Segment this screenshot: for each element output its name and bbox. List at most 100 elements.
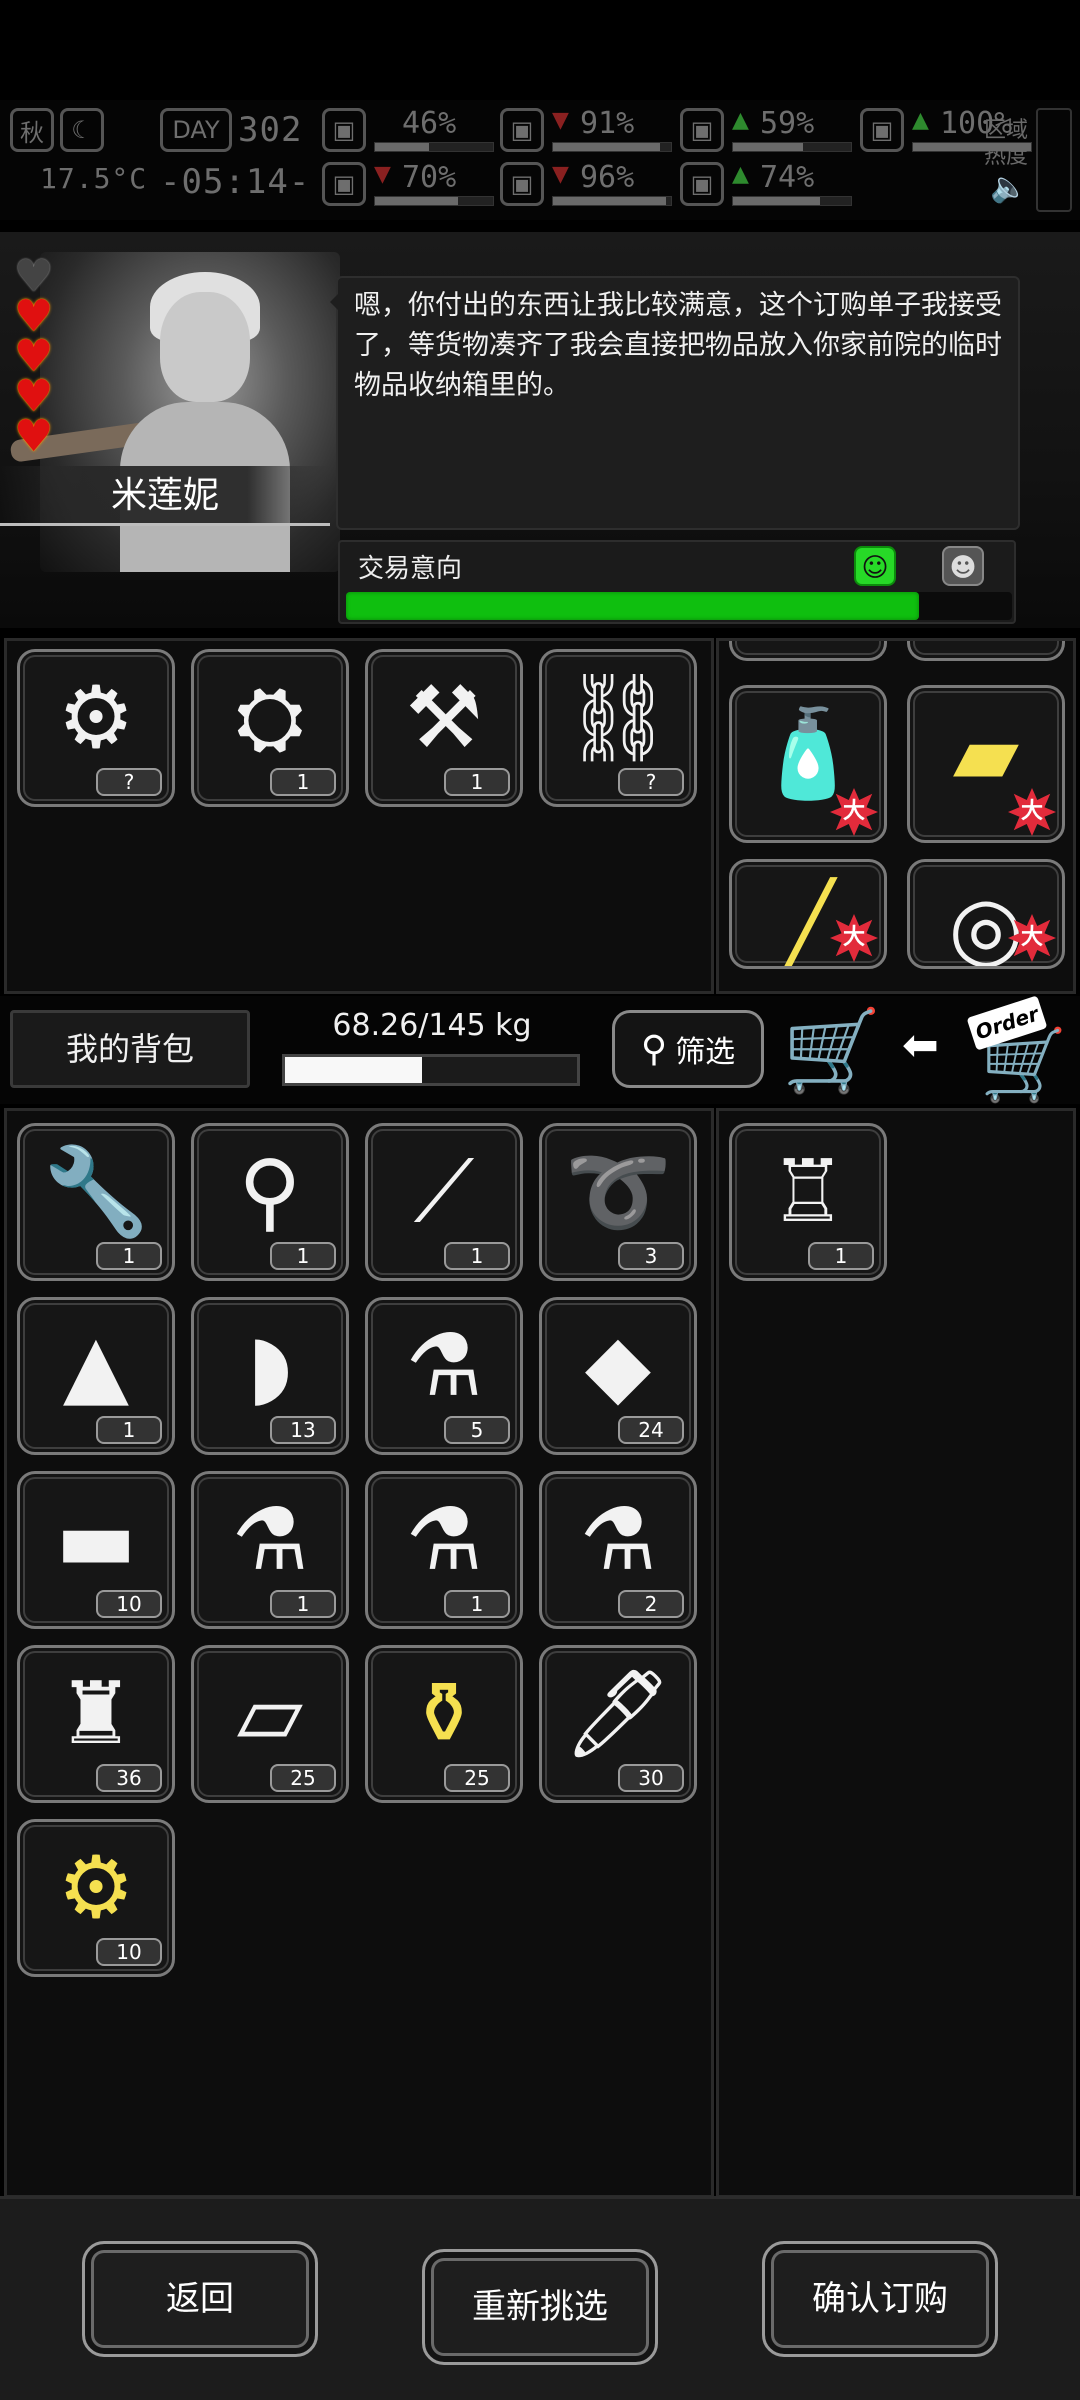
filter-label: 筛选	[675, 1035, 736, 1070]
item-slot[interactable]: ◗ 13	[191, 1297, 349, 1455]
item-slot[interactable]: ⚒ 1	[365, 649, 523, 807]
weight-bar	[282, 1054, 580, 1086]
stat-value: 91%	[580, 106, 635, 141]
shopping-cart-icon[interactable]: 🛒	[782, 1006, 882, 1096]
order-slot-partial[interactable]	[729, 641, 887, 661]
paper-roll-icon: ◎	[948, 878, 1024, 969]
day-value: 302	[238, 110, 303, 150]
engine-part-icon: ⛭	[235, 668, 305, 768]
order-panel: 🧴 大 ▰ 大 ╱ 大 ◎ 大	[716, 638, 1076, 994]
item-slot[interactable]: ╱ 大	[729, 859, 887, 969]
stat-value: 70%	[402, 160, 457, 195]
weight-bar-fill	[285, 1057, 423, 1083]
offer-grid: ⚙? ⛭ 1 ⚒ 1 ⛓?	[17, 649, 697, 807]
raw-meat-icon: ◆	[584, 1316, 652, 1416]
stat-bar	[732, 196, 852, 206]
item-quantity: 1	[270, 1242, 336, 1270]
backpack-toolbar: 我的背包 68.26/145 kg ⚲ 筛选 🛒 ⬅ 🛒 Order	[0, 995, 1080, 1104]
trade-intent-bar	[346, 592, 1012, 620]
stat-bar	[374, 142, 494, 152]
battery-icon: ▣	[680, 108, 724, 152]
selected-panel: ♖ 1	[716, 1108, 1076, 2198]
item-slot[interactable]: ⛓?	[539, 649, 697, 807]
item-quantity: ?	[96, 768, 162, 796]
trend-up-icon: ▲	[912, 108, 929, 133]
item-slot[interactable]: ⚱ 25	[365, 1645, 523, 1803]
item-slot[interactable]: 🧴 大	[729, 685, 887, 843]
item-slot[interactable]: ⟋ 1	[365, 1123, 523, 1281]
item-slot[interactable]: ◆ 24	[539, 1297, 697, 1455]
shovel-icon: ⚲	[238, 1142, 302, 1242]
robot-part-icon: ♖	[769, 1142, 847, 1242]
confirm-order-button[interactable]: 确认订购	[762, 2241, 998, 2357]
trend-up-icon: ▲	[732, 108, 749, 133]
item-slot[interactable]: ⚙?	[17, 649, 175, 807]
item-slot[interactable]: ⚲ 1	[191, 1123, 349, 1281]
item-slot[interactable]: ⛭ 1	[191, 649, 349, 807]
water-bottle-icon: 🧴	[754, 704, 862, 804]
item-slot[interactable]: ▬ 10	[17, 1471, 175, 1629]
item-slot[interactable]: ⚗ 1	[191, 1471, 349, 1629]
item-slot[interactable]: 🔧 1	[17, 1123, 175, 1281]
reselect-button[interactable]: 重新挑选	[422, 2249, 658, 2365]
trend-down-icon: ▼	[552, 108, 569, 133]
item-slot[interactable]: ⚗ 2	[539, 1471, 697, 1629]
item-quantity: 3	[618, 1242, 684, 1270]
trend-down-icon: ▼	[552, 162, 569, 187]
item-quantity: 1	[444, 1242, 510, 1270]
heart-icon: ▣	[680, 162, 724, 206]
filter-button[interactable]: ⚲ 筛选	[612, 1010, 764, 1088]
large-item-badge: 大	[1008, 788, 1056, 836]
volume-icon[interactable]: 🔈	[990, 170, 1027, 205]
bandage-icon: ◗	[247, 1316, 293, 1416]
item-slot[interactable]: ◎ 大	[907, 859, 1065, 969]
item-slot[interactable]: ⚗ 1	[365, 1471, 523, 1629]
trade-intent-label: 交易意向	[358, 554, 463, 584]
dialog-text: 嗯，你付出的东西让我比较满意，这个订购单子我接受了，等货物凑齐了我会直接把物品放…	[354, 290, 1002, 401]
bottom-bar: 返回 重新挑选 确认订购	[0, 2196, 1080, 2400]
item-quantity: ?	[618, 768, 684, 796]
item-slot[interactable]: ♖ 1	[729, 1123, 887, 1281]
item-slot[interactable]: ▱ 25	[191, 1645, 349, 1803]
seat-blueprint-icon: ⛓	[563, 668, 673, 768]
bamboo-icon: ╱	[782, 878, 834, 969]
item-slot[interactable]: ⚗ 5	[365, 1297, 523, 1455]
temperature: 17.5°C	[40, 162, 148, 195]
water-drop-icon: ▣	[500, 162, 544, 206]
blueprint-icon: ⚙	[57, 668, 135, 768]
item-quantity: 25	[444, 1764, 510, 1792]
order-row-cut	[729, 641, 1065, 661]
trend-down-icon: ▼	[374, 162, 391, 187]
item-slot[interactable]: ♜ 36	[17, 1645, 175, 1803]
day-counter: DAY 302	[160, 108, 302, 152]
large-item-badge: 大	[1008, 914, 1056, 962]
backpack-panel: 🔧 1 ⚲ 1 ⟋ 1 ➰ 3 ▲ 1 ◗ 13 ⚗ 5 ◆ 24 ▬ 10 ⚗ 1 ⚗ 1 ⚗ 2 ♜ 36 ▱ 25 ⚱ 25 🖊 30 ⚙…	[4, 1108, 714, 2198]
item-slot[interactable]: ➰ 3	[539, 1123, 697, 1281]
affinity-hearts: ♥ ♥ ♥ ♥ ♥	[14, 255, 53, 459]
trade-intent: 交易意向 ☺ ☻	[338, 540, 1016, 624]
item-slot[interactable]: ▰ 大	[907, 685, 1065, 843]
test-tube-iv-icon: ⚗	[405, 1490, 483, 1590]
search-icon: ⚲	[640, 1028, 668, 1070]
stat-bar-fill	[375, 143, 430, 151]
stat-bar-fill	[733, 197, 821, 205]
item-quantity: 24	[618, 1416, 684, 1444]
season-icon: 秋	[10, 108, 54, 152]
arrow-left-icon: ⬅	[902, 1020, 939, 1071]
order-cart-icon[interactable]: 🛒 Order	[960, 995, 1070, 1100]
order-slot-partial[interactable]	[907, 641, 1065, 661]
order-grid: 🧴 大 ▰ 大 ╱ 大 ◎ 大	[729, 685, 1065, 969]
brain-icon: ▣	[322, 162, 366, 206]
status-bar: 秋 ☾ DAY 302 17.5°C -05:14- ▣ 46% ▣ ▼ 91% ▣ ▲ 59…	[0, 100, 1080, 220]
back-button[interactable]: 返回	[82, 2241, 318, 2357]
stat-bar	[552, 196, 672, 206]
item-slot[interactable]: 🖊 30	[539, 1645, 697, 1803]
medkit-icon: ▣	[322, 108, 366, 152]
item-slot[interactable]: ⚙ 10	[17, 1819, 175, 1977]
test-tube-i-icon: ⚗	[231, 1490, 309, 1590]
stat-value: 74%	[760, 160, 815, 195]
gears-icon: ⚙	[57, 1838, 135, 1938]
item-slot[interactable]: ▲ 1	[17, 1297, 175, 1455]
trend-up-icon: ▲	[732, 162, 749, 187]
torn-cloth-icon: ▲	[62, 1316, 130, 1416]
